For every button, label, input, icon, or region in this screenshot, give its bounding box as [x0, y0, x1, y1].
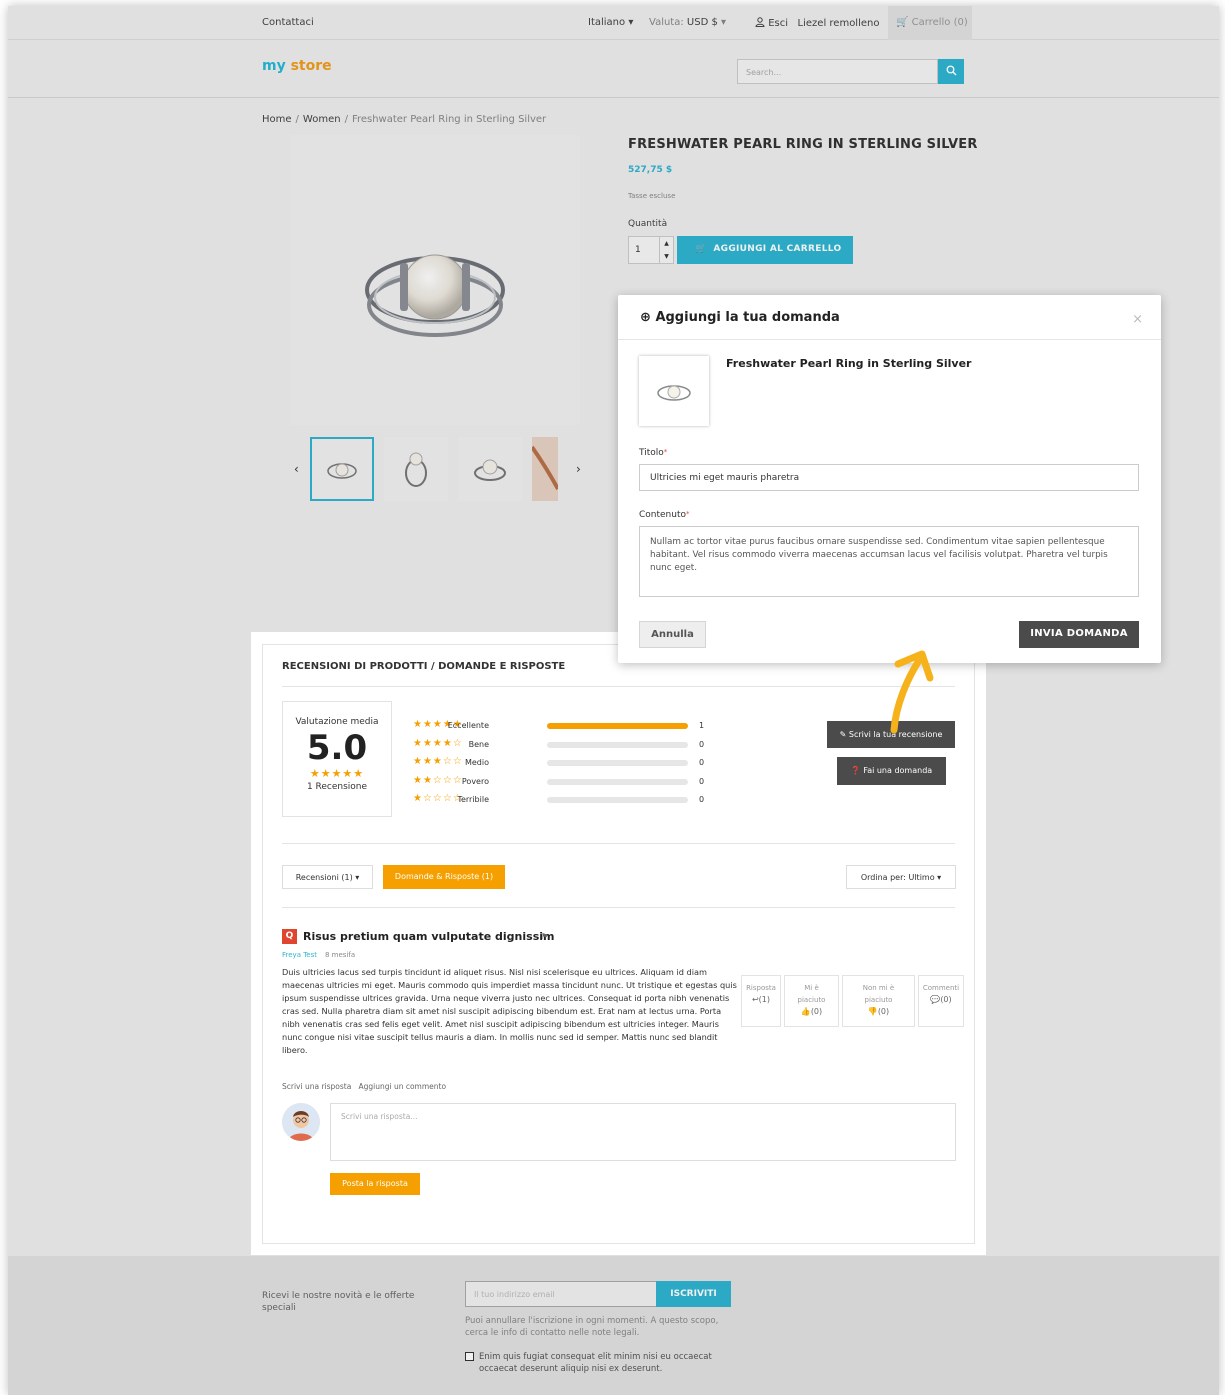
chevron-down-icon: ▾: [355, 873, 360, 882]
row-bar: [547, 723, 688, 729]
comment-icon: 💬: [930, 995, 941, 1004]
flag-icon[interactable]: ⚑: [541, 932, 548, 941]
close-icon[interactable]: ×: [1132, 312, 1143, 327]
question-actions: Scrivi una risposta Aggiungi un commento: [282, 1082, 446, 1091]
average-label: Valutazione media: [295, 717, 379, 727]
content-field-label: Contenuto*: [639, 510, 690, 520]
rating-row: ★☆☆☆☆ Terribile 0: [413, 793, 713, 807]
reviews-heading: RECENSIONI DI PRODOTTI / DOMANDE E RISPO…: [282, 661, 566, 672]
title-field-label: Titolo*: [639, 448, 667, 458]
row-stars: ★☆☆☆☆: [413, 793, 463, 804]
row-bar: [547, 760, 688, 766]
thumbs-down-icon: 👎: [867, 1007, 878, 1016]
stat-comments[interactable]: Commenti 💬(0): [918, 975, 964, 1027]
stat-comments-value: (0): [940, 995, 952, 1004]
row-bar: [547, 778, 688, 785]
stat-dislikes[interactable]: Non mi è piaciuto 👎(0): [842, 975, 915, 1027]
content-label-text: Contenuto: [639, 510, 687, 520]
stat-comments-label: Commenti: [922, 984, 960, 992]
question-circle-icon: ❓: [850, 766, 861, 775]
rating-row: ★★☆☆☆ Povero 0: [413, 775, 713, 789]
required-marker: *: [663, 448, 668, 456]
modal-product-name: Freshwater Pearl Ring in Sterling Silver: [726, 357, 972, 370]
row-count: 0: [699, 739, 705, 749]
row-stars: ★★★☆☆: [413, 756, 463, 767]
review-count: 1 Recensione: [306, 782, 368, 792]
row-bar: [547, 797, 688, 803]
row-count: 1: [699, 721, 705, 730]
modal-header: ⊕ Aggiungi la tua domanda ×: [618, 295, 1161, 340]
row-count: 0: [699, 776, 705, 786]
row-label: Eccellente: [447, 721, 489, 730]
stat-dislikes-value: (0): [877, 1007, 890, 1016]
question-body: Duis ultricies lacus sed turpis tincidun…: [282, 967, 737, 1055]
row-label: Povero: [461, 776, 489, 786]
average-rating-box: Valutazione media 5.0 ★★★★★ 1 Recensione: [282, 701, 392, 817]
row-stars: ★★★★☆: [413, 737, 463, 749]
modal-title: ⊕ Aggiungi la tua domanda: [640, 310, 840, 325]
screenshot-frame: Contattaci Italiano ▾ Valuta: USD $ ▾ Es…: [8, 6, 1219, 1395]
stat-answers[interactable]: Risposta ↩(1): [741, 975, 781, 1027]
required-marker: *: [686, 510, 690, 518]
question-author[interactable]: Freya Test: [282, 951, 317, 959]
average-stars: ★★★★★: [309, 767, 365, 780]
row-bar-fill: [547, 723, 688, 729]
row-count: 0: [699, 795, 705, 804]
stat-likes[interactable]: Mi è piaciuto 👍(0): [784, 975, 839, 1027]
ask-question-label: Fai una domanda: [863, 766, 933, 775]
plus-circle-icon: ⊕: [640, 310, 651, 325]
stat-dislikes-label-2: piaciuto: [864, 996, 893, 1004]
divider: [282, 843, 955, 844]
sort-label: Ordina per: Ultimo: [860, 873, 935, 882]
stat-answers-value: (1): [758, 995, 771, 1004]
average-value: 5.0: [306, 728, 368, 768]
modal-title-text: Aggiungi la tua domanda: [655, 310, 840, 325]
row-stars: ★★☆☆☆: [413, 774, 463, 786]
post-reply-button[interactable]: Posta la risposta: [330, 1173, 420, 1195]
avatar: [282, 1103, 320, 1141]
reply-textarea[interactable]: Scrivi una risposta...: [330, 1103, 956, 1161]
ask-question-button[interactable]: ❓ Fai una domanda: [837, 757, 946, 785]
thumbs-up-icon: 👍: [800, 1007, 811, 1016]
rating-row: ★★★☆☆ Medio 0: [413, 756, 713, 770]
row-label: Bene: [468, 739, 489, 749]
submit-question-button[interactable]: INVIA DOMANDA: [1019, 621, 1139, 648]
tab-reviews-label: Recensioni (1): [295, 873, 353, 882]
reviews-panel: RECENSIONI DI PRODOTTI / DOMANDE E RISPO…: [251, 632, 986, 1255]
stat-likes-label-1: Mi è: [804, 984, 819, 992]
stat-likes-value: (0): [810, 1007, 823, 1016]
annotation-arrow-icon: [890, 650, 934, 734]
stat-answers-label: Risposta: [746, 984, 776, 992]
title-field[interactable]: Ultricies mi eget mauris pharetra: [639, 464, 1139, 491]
reviews-card: RECENSIONI DI PRODOTTI / DOMANDE E RISPO…: [262, 644, 975, 1244]
sort-dropdown[interactable]: Ordina per: Ultimo ▾: [846, 865, 956, 889]
tab-reviews[interactable]: Recensioni (1) ▾: [282, 865, 373, 889]
rating-row: ★★★★★ Eccellente 1: [413, 719, 713, 733]
question-title: Risus pretium quam vulputate dignissim: [303, 930, 555, 943]
divider: [282, 907, 955, 908]
pencil-icon: ✎: [839, 730, 847, 739]
cancel-button[interactable]: Annulla: [639, 621, 706, 648]
divider: [282, 686, 955, 687]
write-answer-link[interactable]: Scrivi una risposta: [282, 1082, 351, 1091]
stat-dislikes-label-1: Non mi è: [862, 984, 895, 992]
row-label: Medio: [464, 758, 489, 767]
content-field[interactable]: Nullam ac tortor vitae purus faucibus or…: [639, 526, 1139, 597]
ask-question-modal: ⊕ Aggiungi la tua domanda × Freshwater P…: [618, 295, 1161, 663]
rating-row: ★★★★☆ Bene 0: [413, 738, 713, 752]
add-comment-link[interactable]: Aggiungi un commento: [358, 1082, 446, 1091]
chevron-down-icon: ▾: [937, 873, 942, 882]
title-label-text: Titolo: [639, 448, 664, 458]
row-count: 0: [699, 758, 705, 767]
stat-likes-label-2: piaciuto: [797, 996, 826, 1004]
question-date: 8 mesifa: [325, 951, 356, 959]
row-bar: [547, 741, 688, 748]
reply-icon: ↩: [751, 995, 759, 1004]
question-badge: Q: [282, 929, 297, 944]
row-label: Terribile: [457, 795, 489, 804]
tab-questions[interactable]: Domande & Risposte (1): [383, 865, 505, 889]
modal-product-image: [639, 356, 709, 426]
